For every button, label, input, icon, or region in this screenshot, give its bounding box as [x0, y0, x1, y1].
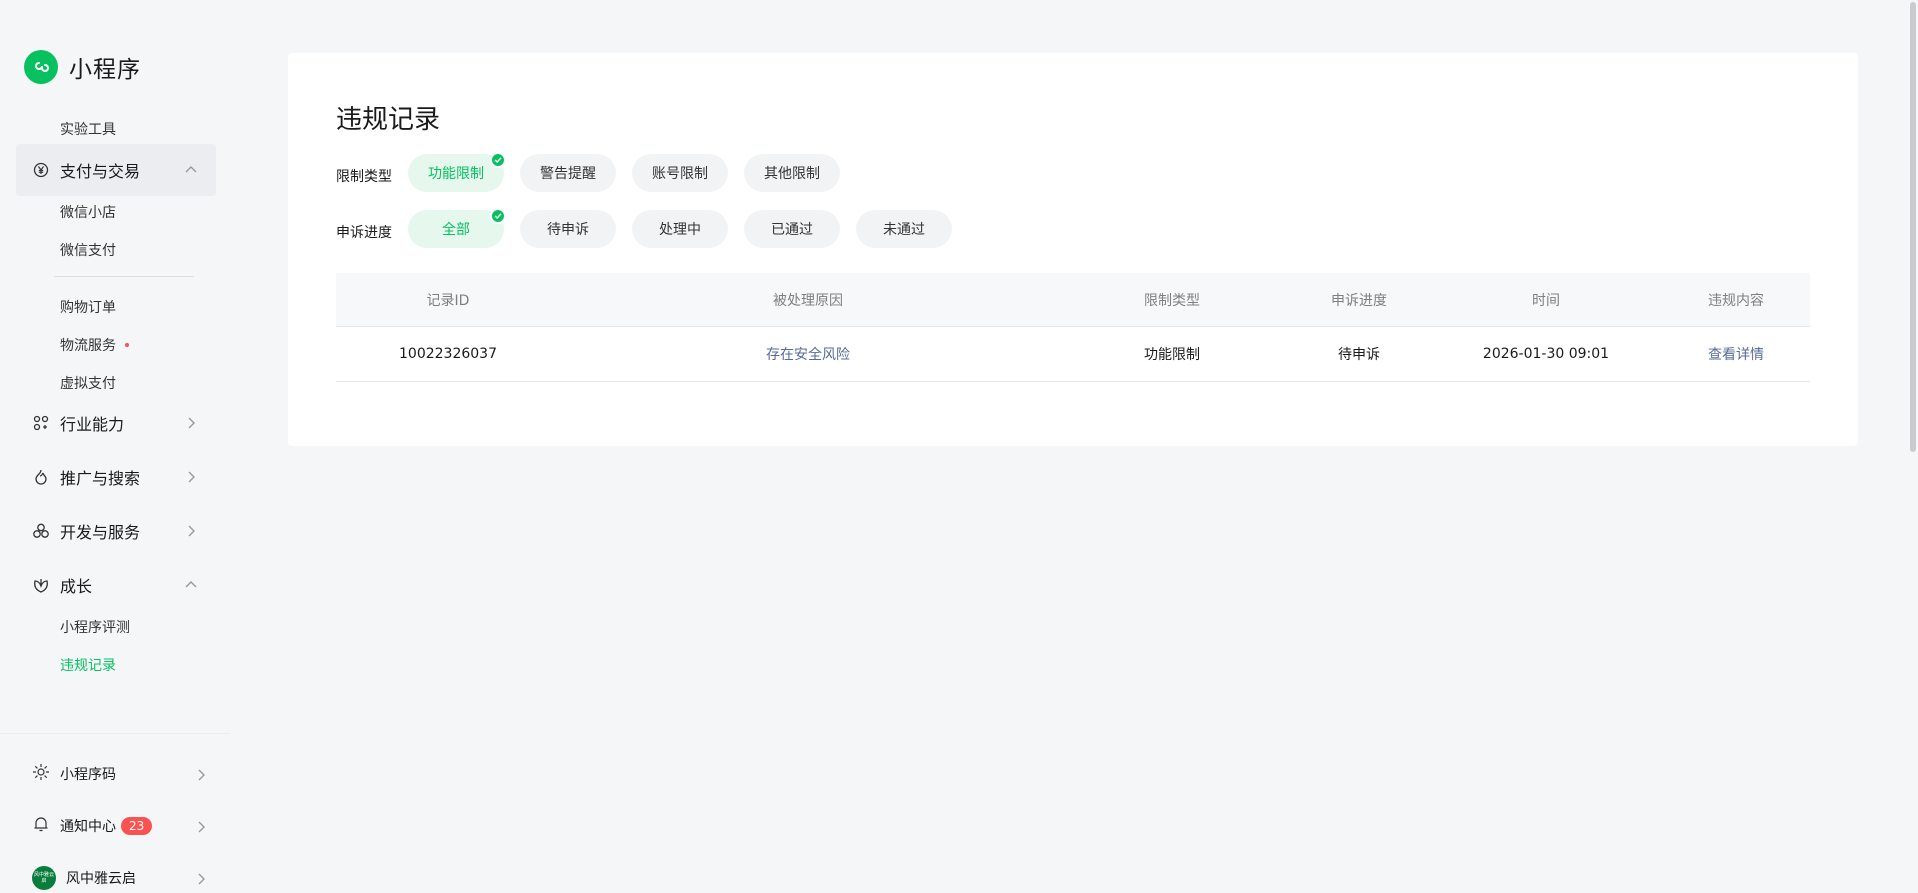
chip-label: 已通过: [771, 222, 813, 238]
column-header: 限制类型: [1144, 292, 1200, 309]
chip-label: 全部: [442, 222, 470, 238]
sidebar-group-payment[interactable]: 支付与交易: [16, 144, 216, 196]
timestamp: 2026-01-30 09:01: [1482, 346, 1610, 362]
chevron-up-icon: [184, 577, 198, 596]
sidebar-group-growth[interactable]: 成长: [16, 559, 216, 611]
chip-pending-appeal[interactable]: 待申诉: [520, 210, 616, 248]
page-scrollbar[interactable]: [1906, 0, 1918, 893]
table-row: 10022326037 存在安全风险 功能限制 待申诉 2026-01-30 0…: [336, 327, 1810, 382]
chevron-right-icon: [194, 767, 208, 786]
sidebar-group-promotion[interactable]: 推广与搜索: [16, 451, 216, 503]
sidebar-item-violations[interactable]: 违规记录: [60, 655, 116, 675]
sidebar-item-orders[interactable]: 购物订单: [60, 297, 116, 317]
column-header: 记录ID: [426, 292, 470, 309]
miniprogram-logo-icon: [24, 50, 58, 84]
chip-label: 处理中: [659, 222, 701, 238]
chip-label: 其他限制: [764, 166, 820, 182]
restriction-type: 功能限制: [1144, 347, 1200, 363]
chevron-right-icon: [184, 523, 198, 542]
sidebar-group-label: 开发与服务: [60, 523, 141, 542]
violations-table: 记录ID 被处理原因 限制类型 申诉进度 时间 违规内容 10022326037…: [336, 273, 1810, 382]
filter-label-appeal-status: 申诉进度: [336, 225, 392, 241]
bell-icon: [32, 815, 50, 837]
sidebar-item-wechat-shop[interactable]: 微信小店: [60, 202, 116, 222]
sidebar-group-label: 推广与搜索: [60, 469, 141, 488]
chip-label: 未通过: [883, 222, 925, 238]
yen-circle-icon: [32, 161, 50, 179]
sidebar-item-virtual-pay[interactable]: 虚拟支付: [60, 373, 116, 393]
chip-rejected[interactable]: 未通过: [856, 210, 952, 248]
sidebar: 小程序 实验工具 支付与交易 微信小店 微信支付 购物订单 物流服务 虚拟支付 …: [0, 0, 230, 893]
chip-label: 待申诉: [547, 222, 589, 238]
sidebar-item-experiment-tools[interactable]: 实验工具: [60, 119, 116, 139]
sidebar-item-account[interactable]: 风中雅云启 风中雅云启: [32, 863, 205, 893]
sidebar-item-label: 通知中心: [60, 819, 116, 835]
sidebar-group-label: 成长: [60, 577, 93, 596]
chip-label: 警告提醒: [540, 166, 596, 182]
industry-icon: [32, 414, 50, 432]
chevron-right-icon: [184, 415, 198, 434]
chevron-right-icon: [184, 469, 198, 488]
reason-link[interactable]: 存在安全风险: [560, 344, 1056, 364]
growth-icon: [32, 576, 50, 594]
sidebar-group-industry[interactable]: 行业能力: [16, 397, 216, 449]
check-icon: [490, 208, 506, 224]
sidebar-item-qrcode[interactable]: 小程序码: [32, 759, 205, 789]
cluster-icon: [32, 522, 50, 540]
column-header: 违规内容: [1708, 292, 1764, 309]
account-name: 风中雅云启: [66, 871, 136, 887]
sidebar-group-dev-services[interactable]: 开发与服务: [16, 505, 216, 557]
table-header: 记录ID 被处理原因 限制类型 申诉进度 时间 违规内容: [336, 273, 1810, 327]
avatar: 风中雅云启: [32, 866, 56, 890]
column-header: 时间: [1532, 292, 1560, 309]
chip-label: 账号限制: [652, 166, 708, 182]
sidebar-item-evaluation[interactable]: 小程序评测: [60, 617, 130, 637]
sidebar-group-label: 支付与交易: [60, 162, 141, 181]
sidebar-group-label: 行业能力: [60, 415, 125, 434]
view-details-link[interactable]: 查看详情: [1662, 344, 1810, 364]
column-header: 申诉进度: [1331, 292, 1387, 309]
check-icon: [490, 152, 506, 168]
chip-all[interactable]: 全部: [408, 208, 506, 248]
chip-warning[interactable]: 警告提醒: [520, 154, 616, 192]
sidebar-item-wechat-pay[interactable]: 微信支付: [60, 240, 116, 260]
appeal-status: 待申诉: [1338, 347, 1380, 363]
sidebar-item-logistics[interactable]: 物流服务: [60, 335, 116, 355]
sidebar-separator: [0, 733, 230, 734]
chevron-right-icon: [194, 819, 208, 838]
chevron-right-icon: [194, 871, 208, 890]
app-logo[interactable]: 小程序: [24, 50, 141, 84]
violations-card: 违规记录 限制类型 功能限制 警告提醒 账号限制 其他限制 申诉进度 全部 待申…: [288, 53, 1858, 446]
column-header: 被处理原因: [773, 292, 843, 309]
qrcode-sun-icon: [32, 763, 50, 785]
chip-processing[interactable]: 处理中: [632, 210, 728, 248]
sidebar-item-label: 小程序码: [60, 767, 116, 783]
chip-label: 功能限制: [428, 166, 484, 182]
chip-approved[interactable]: 已通过: [744, 210, 840, 248]
page-title: 违规记录: [336, 105, 441, 135]
chevron-up-icon: [184, 162, 198, 181]
flame-icon: [32, 468, 50, 486]
filter-label-restriction-type: 限制类型: [336, 169, 392, 185]
notification-count-badge: 23: [121, 817, 153, 835]
chip-function-restriction[interactable]: 功能限制: [408, 152, 506, 192]
sidebar-divider: [54, 276, 194, 277]
app-name: 小程序: [69, 57, 141, 83]
chip-other-restriction[interactable]: 其他限制: [744, 154, 840, 192]
scrollbar-thumb[interactable]: [1910, 2, 1916, 452]
record-id: 10022326037: [399, 346, 497, 362]
notification-dot: [125, 343, 129, 347]
chip-account-restriction[interactable]: 账号限制: [632, 154, 728, 192]
sidebar-item-notifications[interactable]: 通知中心 23: [32, 811, 205, 841]
